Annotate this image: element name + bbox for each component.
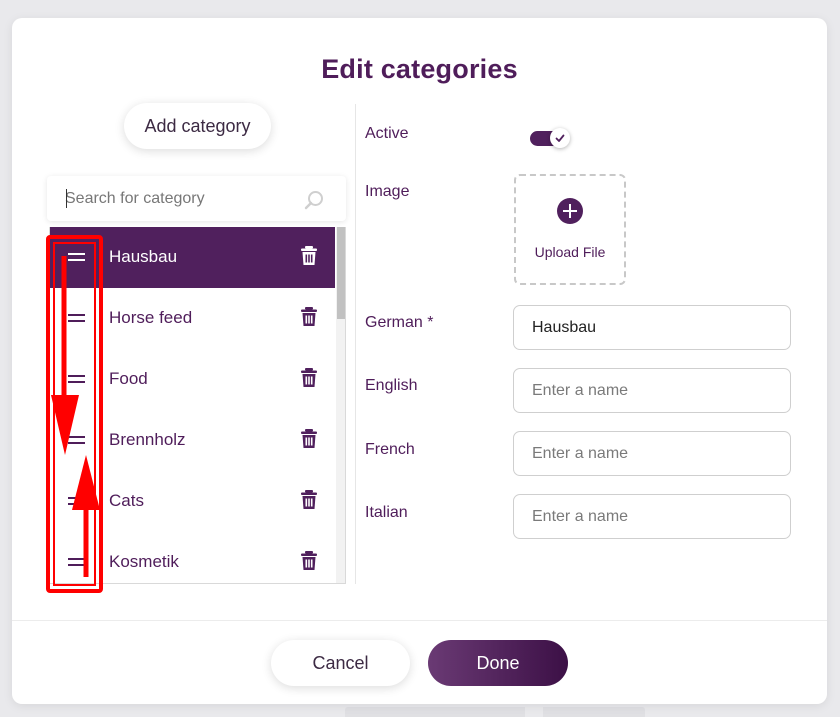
- text-cursor: [66, 189, 67, 208]
- list-scrollbar-thumb[interactable]: [337, 227, 345, 319]
- category-search: [47, 176, 346, 221]
- plus-circle-icon: [557, 198, 583, 224]
- add-category-button[interactable]: Add category: [124, 103, 271, 149]
- toggle-check-icon: [555, 134, 565, 142]
- drag-handle-icon[interactable]: [68, 375, 85, 385]
- drag-handle-icon[interactable]: [68, 314, 85, 324]
- search-input[interactable]: [65, 176, 300, 221]
- list-item[interactable]: Horse feed: [50, 288, 335, 349]
- italian-name-field[interactable]: [513, 494, 791, 539]
- category-label: Hausbau: [109, 247, 178, 266]
- category-label: Brennholz: [109, 430, 186, 449]
- list-item[interactable]: Kosmetik: [50, 532, 335, 583]
- french-name-field[interactable]: [513, 431, 791, 476]
- category-label: Food: [109, 369, 148, 388]
- english-name-field[interactable]: [513, 368, 791, 413]
- trash-icon[interactable]: [301, 490, 317, 509]
- category-label: Kosmetik: [109, 552, 179, 571]
- trash-icon[interactable]: [301, 551, 317, 570]
- drag-handle-icon[interactable]: [68, 497, 85, 507]
- toggle-knob: [550, 128, 570, 148]
- footer-divider: [12, 620, 827, 621]
- upload-file-label: Upload File: [534, 244, 606, 260]
- category-list: Hausbau Horse feed Food Brennholz Cats K…: [49, 227, 346, 584]
- trash-icon[interactable]: [301, 307, 317, 326]
- cancel-button[interactable]: Cancel: [271, 640, 410, 686]
- column-divider: [355, 104, 356, 584]
- active-label: Active: [365, 125, 409, 142]
- trash-icon[interactable]: [301, 368, 317, 387]
- upload-file-dropzone[interactable]: Upload File: [514, 174, 626, 285]
- drag-handle-icon[interactable]: [68, 558, 85, 568]
- edit-categories-dialog: Edit categories Add category Hausbau Hor…: [12, 18, 827, 704]
- category-label: Cats: [109, 491, 144, 510]
- german-name-field[interactable]: [513, 305, 791, 350]
- list-item[interactable]: Food: [50, 349, 335, 410]
- trash-icon[interactable]: [301, 246, 317, 265]
- english-label: English: [365, 377, 418, 394]
- list-item[interactable]: Cats: [50, 471, 335, 532]
- french-label: French: [365, 441, 415, 458]
- backdrop-content: [345, 707, 645, 717]
- done-button[interactable]: Done: [428, 640, 568, 686]
- drag-handle-icon[interactable]: [68, 436, 85, 446]
- drag-handle-icon[interactable]: [68, 253, 85, 263]
- active-toggle[interactable]: [530, 128, 574, 148]
- trash-icon[interactable]: [301, 429, 317, 448]
- italian-label: Italian: [365, 504, 408, 521]
- german-label: German *: [365, 314, 434, 331]
- list-item[interactable]: Hausbau: [50, 227, 335, 288]
- dialog-title: Edit categories: [321, 54, 518, 84]
- list-item[interactable]: Brennholz: [50, 410, 335, 471]
- search-icon[interactable]: [303, 189, 325, 211]
- category-label: Horse feed: [109, 308, 193, 327]
- image-label: Image: [365, 183, 410, 200]
